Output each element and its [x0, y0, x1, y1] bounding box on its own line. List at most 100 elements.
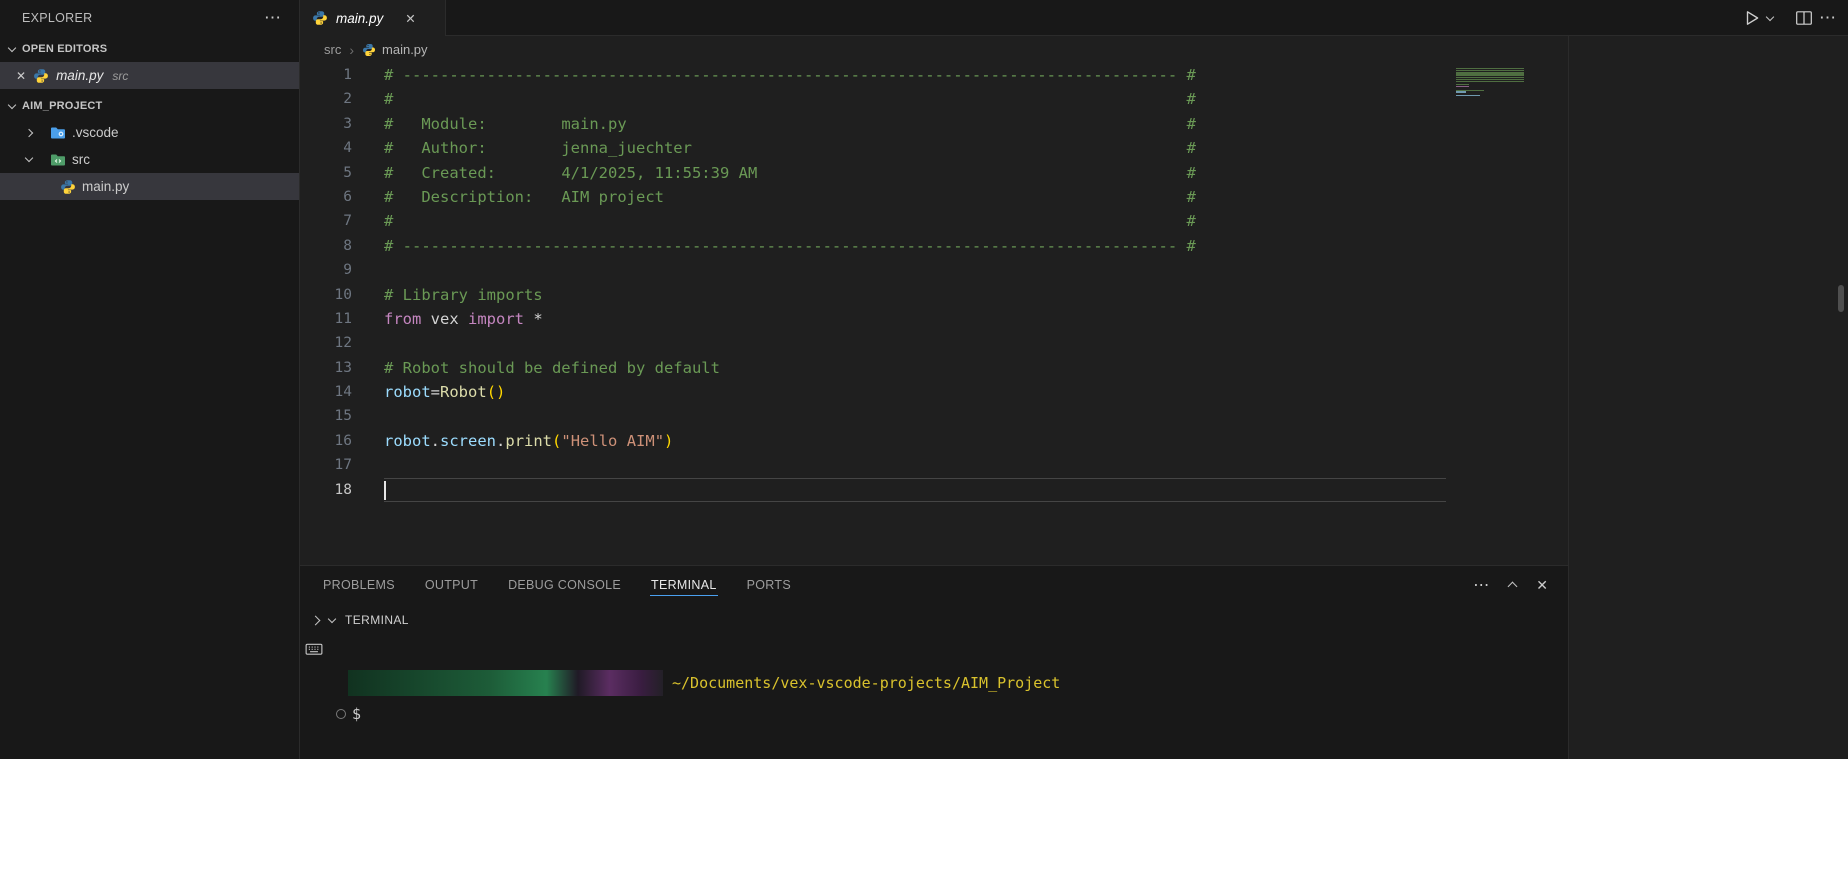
line-number[interactable]: 10 [300, 283, 352, 307]
command-decoration-icon[interactable] [336, 709, 346, 719]
explorer-more-actions-button[interactable]: ⋯ [264, 8, 281, 28]
run-dropdown-chevron-icon[interactable] [1766, 13, 1774, 21]
line-number[interactable]: 4 [300, 136, 352, 160]
code-line[interactable]: 12 [300, 331, 1568, 355]
panel-tab-debug-console[interactable]: DEBUG CONSOLE [493, 566, 636, 604]
panel-tab-ports[interactable]: PORTS [732, 566, 806, 604]
panel-tab-terminal[interactable]: TERMINAL [636, 566, 732, 604]
code-line-text[interactable] [384, 478, 1446, 502]
editor-tab-bar: main.py ✕ ⋯ [300, 0, 1848, 36]
code-line-text[interactable] [384, 453, 1446, 477]
terminal-prompt-row[interactable]: $ [300, 702, 1568, 726]
line-number[interactable]: 6 [300, 185, 352, 209]
line-number[interactable]: 18 [300, 478, 352, 502]
line-number[interactable]: 12 [300, 331, 352, 355]
tree-item-main-py[interactable]: main.py [0, 173, 299, 200]
code-line-text[interactable]: robot=Robot() [384, 380, 1446, 404]
tab-main-py[interactable]: main.py ✕ [300, 0, 446, 36]
panel-tab-output[interactable]: OUTPUT [410, 566, 493, 604]
open-editor-file-name: main.py [56, 68, 103, 83]
panel-tab-label: TERMINAL [650, 575, 718, 596]
line-number[interactable]: 9 [300, 258, 352, 282]
line-number[interactable]: 15 [300, 404, 352, 428]
code-line[interactable]: 3 # Module: main.py # [300, 112, 1568, 136]
line-number[interactable]: 16 [300, 429, 352, 453]
code-line[interactable]: 17 [300, 453, 1568, 477]
code-line-text[interactable]: # Description: AIM project # [384, 185, 1446, 209]
terminal-cwd-text: ~/Documents/vex-vscode-projects/AIM_Proj… [672, 670, 1060, 696]
tree-item-label: .vscode [72, 125, 119, 140]
code-line[interactable]: 15 [300, 404, 1568, 428]
code-line-text[interactable] [384, 404, 1446, 428]
chevron-down-icon [8, 100, 16, 108]
code-line[interactable]: 9 [300, 258, 1568, 282]
code-line[interactable]: 18 [300, 478, 1568, 502]
minimap[interactable] [1448, 63, 1568, 565]
line-number[interactable]: 11 [300, 307, 352, 331]
line-number[interactable]: 5 [300, 161, 352, 185]
close-icon[interactable]: ✕ [405, 11, 415, 26]
code-line[interactable]: 5 # Created: 4/1/2025, 11:55:39 AM # [300, 161, 1568, 185]
terminal-prompt: $ [352, 702, 361, 726]
breadcrumb-file[interactable]: main.py [362, 42, 428, 57]
code-line-text[interactable]: robot.screen.print("Hello AIM") [384, 429, 1446, 453]
chevron-right-box [26, 130, 44, 136]
line-number[interactable]: 8 [300, 234, 352, 258]
code-line-text[interactable]: from vex import * [384, 307, 1446, 331]
code-line[interactable]: 16 robot.screen.print("Hello AIM") [300, 429, 1568, 453]
split-editor-button[interactable] [1795, 9, 1813, 27]
code-line-text[interactable] [384, 258, 1446, 282]
code-line-text[interactable]: # Author: jenna_juechter # [384, 136, 1446, 160]
code-line[interactable]: 11 from vex import * [300, 307, 1568, 331]
code-line-text[interactable]: # --------------------------------------… [384, 234, 1446, 258]
chevron-right-icon[interactable] [311, 615, 321, 625]
panel-actions: ⋯ ✕ [1473, 566, 1548, 604]
scrollbar-thumb[interactable] [1838, 285, 1844, 312]
code-line[interactable]: 13 # Robot should be defined by default [300, 356, 1568, 380]
line-number[interactable]: 13 [300, 356, 352, 380]
code-line[interactable]: 4 # Author: jenna_juechter # [300, 136, 1568, 160]
python-file-icon [312, 10, 328, 26]
code-line-text[interactable]: # Library imports [384, 283, 1446, 307]
line-number[interactable]: 17 [300, 453, 352, 477]
maximize-panel-button[interactable] [1509, 580, 1516, 590]
code-line-text[interactable]: # Module: main.py # [384, 112, 1446, 136]
open-editor-file-detail: src [112, 69, 128, 83]
code-line-text[interactable]: # Created: 4/1/2025, 11:55:39 AM # [384, 161, 1446, 185]
folder-src-icon [50, 152, 66, 168]
panel-tabs: PROBLEMSOUTPUTDEBUG CONSOLE TERMINAL PORTS… [300, 566, 1568, 604]
code-line-text[interactable] [384, 331, 1446, 355]
open-editor-item-main-py[interactable]: ✕ main.py src [0, 62, 299, 89]
panel-more-actions-button[interactable]: ⋯ [1473, 575, 1489, 595]
editor-more-actions-button[interactable]: ⋯ [1819, 8, 1836, 28]
code-line[interactable]: 1 # -------------------------------------… [300, 63, 1568, 87]
code-line[interactable]: 14 robot=Robot() [300, 380, 1568, 404]
code-line-text[interactable]: # --------------------------------------… [384, 63, 1446, 87]
code-line[interactable]: 2 # # [300, 87, 1568, 111]
breadcrumb-folder[interactable]: src [324, 42, 341, 57]
run-button[interactable] [1743, 9, 1761, 27]
code-line[interactable]: 8 # -------------------------------------… [300, 234, 1568, 258]
terminal-section-header[interactable]: TERMINAL [300, 606, 1568, 634]
line-number[interactable]: 3 [300, 112, 352, 136]
keyboard-icon[interactable] [305, 640, 323, 658]
line-number[interactable]: 1 [300, 63, 352, 87]
open-editors-section-header[interactable]: OPEN EDITORS [0, 36, 299, 62]
project-section-header[interactable]: AIM_PROJECT [0, 93, 299, 119]
tree-item--vscode[interactable]: .vscode [0, 119, 299, 146]
code-line[interactable]: 7 # # [300, 209, 1568, 233]
line-number[interactable]: 2 [300, 87, 352, 111]
minimap-line [1456, 81, 1524, 82]
line-number[interactable]: 14 [300, 380, 352, 404]
code-line-text[interactable]: # # [384, 87, 1446, 111]
line-number[interactable]: 7 [300, 209, 352, 233]
panel-tab-problems[interactable]: PROBLEMS [308, 566, 410, 604]
code-line-text[interactable]: # Robot should be defined by default [384, 356, 1446, 380]
code-line-text[interactable]: # # [384, 209, 1446, 233]
tree-item-src[interactable]: src [0, 146, 299, 173]
close-panel-button[interactable]: ✕ [1536, 577, 1548, 594]
code-editor[interactable]: 1 # -------------------------------------… [300, 63, 1568, 565]
close-icon[interactable]: ✕ [16, 69, 26, 83]
code-line[interactable]: 6 # Description: AIM project # [300, 185, 1568, 209]
code-line[interactable]: 10 # Library imports [300, 283, 1568, 307]
